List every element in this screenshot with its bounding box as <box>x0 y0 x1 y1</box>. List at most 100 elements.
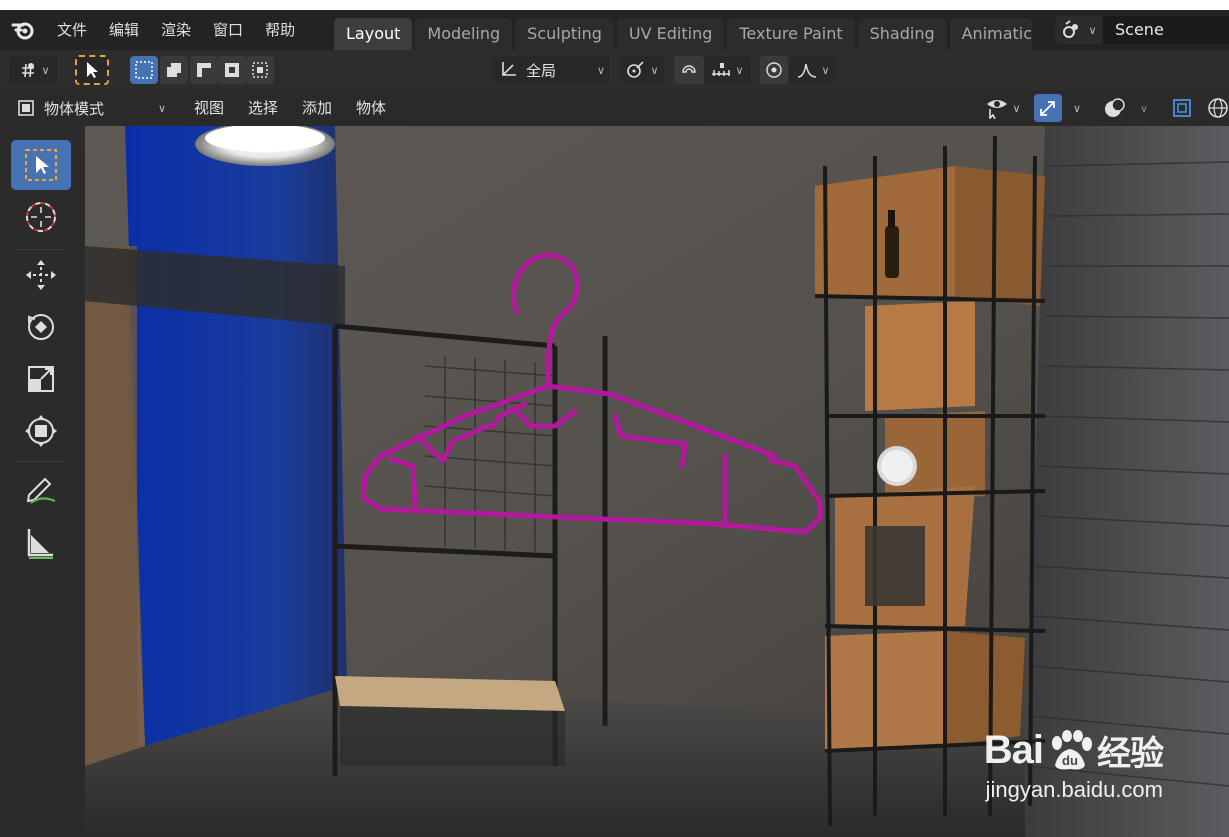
gizmo-toggle[interactable] <box>1034 94 1062 122</box>
scale-icon <box>28 366 54 392</box>
visibility-select[interactable]: ∨ <box>980 94 1026 122</box>
toolbar-divider <box>16 461 66 462</box>
proportional-icon <box>766 62 782 78</box>
select-subtract-icon <box>197 63 211 77</box>
left-toolbar <box>0 126 85 837</box>
blender-logo-icon[interactable] <box>0 10 46 50</box>
overlays-toggle[interactable] <box>1098 94 1132 122</box>
chevron-down-icon: ∨ <box>821 63 830 77</box>
xray-icon <box>1173 99 1191 117</box>
3d-viewport[interactable]: Bai du 经验 jingyan.baidu.com <box>85 126 1229 837</box>
select-mode-intersect[interactable] <box>246 56 274 84</box>
menu-edit[interactable]: 编辑 <box>98 10 150 50</box>
snap-target-select[interactable]: ∨ <box>704 56 750 84</box>
chevron-down-icon: ∨ <box>158 101 167 115</box>
chevron-down-icon: ∨ <box>1072 101 1082 115</box>
gizmo-options[interactable]: ∨ <box>1064 94 1090 122</box>
tool-settings-button[interactable]: ∨ <box>10 56 58 84</box>
chevron-down-icon: ∨ <box>650 63 659 77</box>
xray-toggle[interactable] <box>1168 94 1196 122</box>
top-menubar: 文件 编辑 渲染 窗口 帮助 Layout Modeling Sculpting… <box>0 10 1229 50</box>
viewport-header: 物体模式 ∨ 视图 选择 添加 物体 ∨ ∨ ∨ <box>0 90 1229 126</box>
menu-window[interactable]: 窗口 <box>202 10 254 50</box>
rotate-icon <box>28 314 54 340</box>
mode-label: 物体模式 <box>44 99 105 118</box>
overlays-icon <box>1105 98 1125 117</box>
watermark-url: jingyan.baidu.com <box>985 777 1163 802</box>
chevron-down-icon: ∨ <box>1088 23 1097 37</box>
select-mode-new[interactable] <box>130 56 158 84</box>
orientation-label: 全局 <box>526 61 557 80</box>
chevron-down-icon: ∨ <box>735 63 744 77</box>
object-mode-icon <box>18 100 34 116</box>
menu-object[interactable]: 物体 <box>356 90 386 126</box>
gizmo-icon <box>1040 101 1055 116</box>
menu-render[interactable]: 渲染 <box>150 10 202 50</box>
scene-browse-button[interactable]: ∨ <box>1055 16 1103 44</box>
select-mode-invert[interactable] <box>218 56 246 84</box>
scene-name-field[interactable]: Scene <box>1103 16 1229 44</box>
tab-sculpting[interactable]: Sculpting <box>515 18 614 50</box>
window-top-strip <box>0 0 1229 10</box>
menu-add[interactable]: 添加 <box>302 90 332 126</box>
wireframe-sphere-icon <box>1208 98 1228 118</box>
magnet-icon <box>682 65 696 73</box>
select-intersect-icon <box>252 62 268 78</box>
tool-measure[interactable] <box>11 518 71 568</box>
select-invert-icon <box>225 63 239 77</box>
snap-increment-icon <box>712 63 731 76</box>
tool-scale[interactable] <box>11 354 71 404</box>
select-mode-subtract[interactable] <box>190 56 218 84</box>
tab-texture-paint[interactable]: Texture Paint <box>727 18 855 50</box>
menu-select[interactable]: 选择 <box>248 90 278 126</box>
cursor-arrow-icon <box>87 62 98 78</box>
tool-transform[interactable] <box>11 406 71 456</box>
tool-move[interactable] <box>11 250 71 300</box>
tool-annotate[interactable] <box>11 464 71 514</box>
scene-icon <box>1063 20 1079 38</box>
cursor-icon <box>26 202 56 232</box>
svg-text:du: du <box>1062 753 1078 768</box>
tab-uv-editing[interactable]: UV Editing <box>616 18 725 50</box>
pivot-icon <box>627 61 645 78</box>
chevron-down-icon: ∨ <box>1139 101 1149 115</box>
tool-header: ∨ 全局 ∨ ∨ ∨ ∨ <box>0 50 1229 90</box>
chevron-down-icon: ∨ <box>41 63 50 77</box>
chevron-down-icon: ∨ <box>1012 101 1021 115</box>
overlays-options[interactable]: ∨ <box>1132 94 1156 122</box>
tab-shading[interactable]: Shading <box>857 18 947 50</box>
snap-grid-icon <box>22 63 35 78</box>
annotate-icon <box>26 477 56 504</box>
pivot-point-select[interactable]: ∨ <box>620 56 664 84</box>
transform-orientation-select[interactable]: 全局 ∨ <box>492 56 610 84</box>
wireframe-shading-button[interactable] <box>1204 94 1229 122</box>
eye-pointer-icon <box>987 100 1008 119</box>
falloff-curve-icon <box>798 63 817 78</box>
snap-toggle[interactable] <box>674 56 704 84</box>
tool-cursor[interactable] <box>11 192 71 242</box>
transform-icon <box>25 415 57 447</box>
move-icon <box>26 260 56 290</box>
menu-help[interactable]: 帮助 <box>254 10 306 50</box>
falloff-select[interactable]: ∨ <box>790 56 836 84</box>
tab-animation[interactable]: Animatic <box>949 18 1032 50</box>
select-tool-indicator[interactable] <box>75 55 109 85</box>
tool-rotate[interactable] <box>11 302 71 352</box>
baidu-paw-icon: du <box>1052 729 1092 769</box>
orientation-axes-icon <box>502 62 516 76</box>
select-mode-extend[interactable] <box>160 56 188 84</box>
select-extend-icon <box>167 63 181 77</box>
menu-view[interactable]: 视图 <box>194 90 224 126</box>
baidu-jingyan-watermark: Bai du 经验 jingyan.baidu.com <box>984 726 1164 803</box>
chevron-down-icon: ∨ <box>597 63 606 77</box>
workspace-tabs: Layout Modeling Sculpting UV Editing Tex… <box>334 18 1032 50</box>
measure-icon <box>27 529 53 559</box>
tab-modeling[interactable]: Modeling <box>415 18 513 50</box>
scene-selector: ∨ Scene <box>1055 14 1229 46</box>
mode-select[interactable]: 物体模式 ∨ <box>10 94 175 122</box>
menu-file[interactable]: 文件 <box>46 10 98 50</box>
select-box-icon <box>25 149 57 181</box>
tool-select-box[interactable] <box>11 140 71 190</box>
tab-layout[interactable]: Layout <box>334 18 413 50</box>
proportional-editing-toggle[interactable] <box>760 56 788 84</box>
